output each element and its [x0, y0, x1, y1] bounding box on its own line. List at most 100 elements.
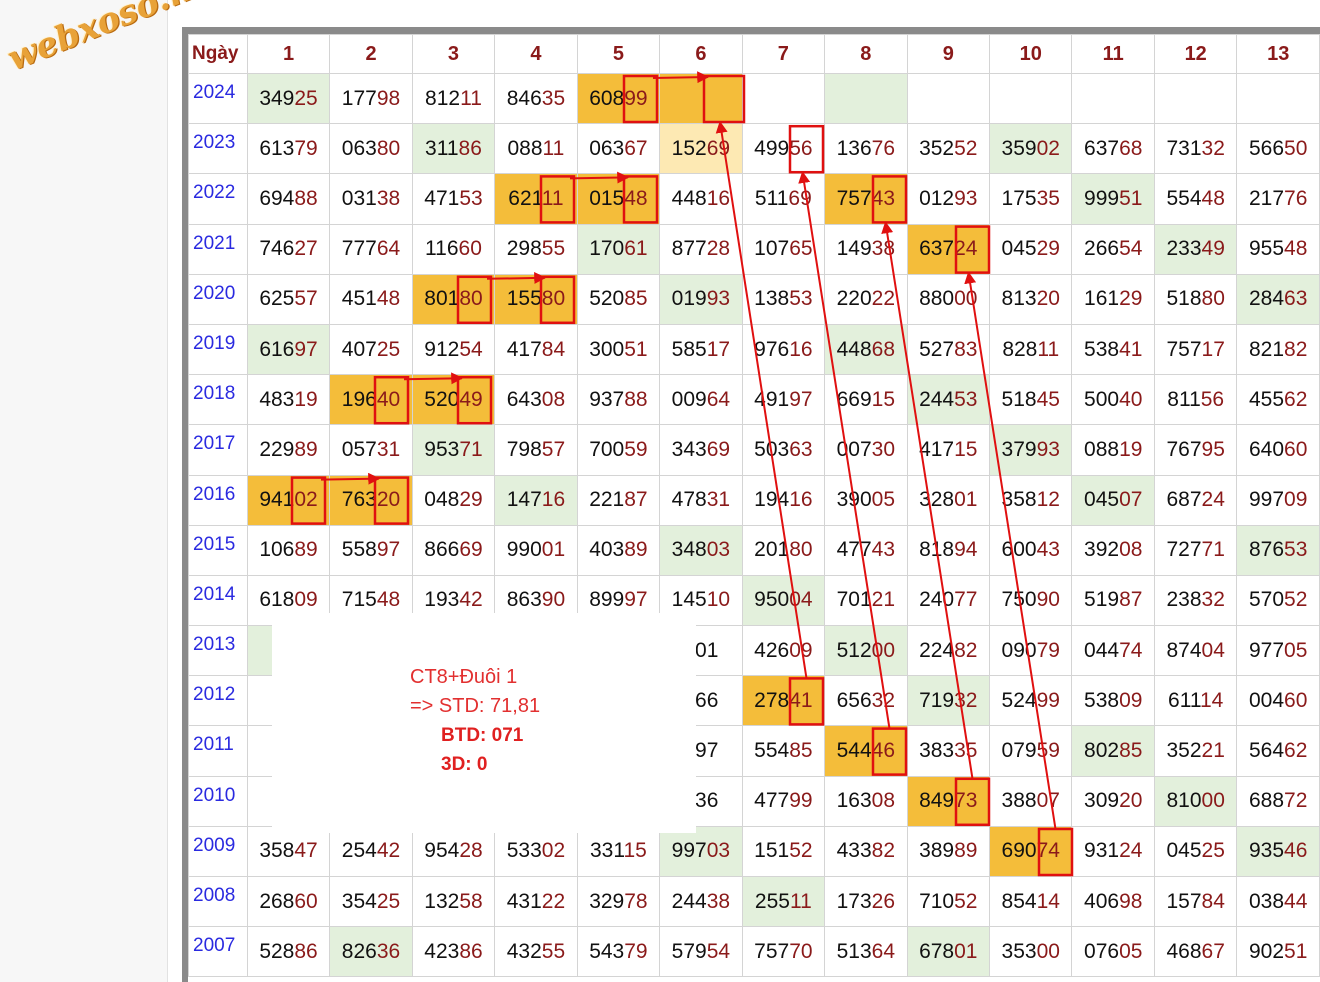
result-cell: 19640 [329, 374, 413, 426]
result-cell: 10689 [246, 524, 331, 576]
row-year: 2019 [188, 323, 248, 376]
result-cell: 32978 [576, 875, 661, 928]
row-year: 2016 [188, 474, 248, 526]
result-cell: 54446 [824, 725, 908, 777]
result-cell: 37993 [989, 424, 1073, 476]
result-cell: 34925 [246, 72, 331, 125]
result-cell: 54379 [576, 926, 661, 978]
result-cell: 81211 [411, 72, 496, 125]
result-cell: 29855 [494, 223, 578, 275]
result-cell: 22187 [576, 474, 661, 526]
result-cell: 30920 [1071, 775, 1155, 827]
result-cell: 51880 [1153, 273, 1238, 325]
result-cell: 24438 [659, 875, 743, 928]
result-cell: 76320 [329, 474, 413, 526]
result-cell: 95371 [411, 424, 496, 476]
result-cell: 62111 [494, 173, 578, 225]
result-cell: 55448 [1153, 173, 1238, 225]
result-cell: 00460 [1236, 675, 1320, 727]
result-cell: 95548 [1236, 223, 1320, 275]
result-cell: 51845 [989, 374, 1073, 426]
result-cell: 40698 [1071, 875, 1155, 928]
result-cell: 53841 [1071, 323, 1155, 376]
result-cell: 16308 [824, 775, 908, 827]
result-cell: 57052 [1236, 574, 1320, 627]
row-year: 2024 [188, 72, 248, 125]
result-cell [824, 72, 908, 125]
header-col-9: 9 [906, 34, 991, 74]
result-cell: 81000 [1153, 775, 1238, 827]
row-year: 2008 [188, 875, 248, 928]
result-cell: 35252 [906, 123, 991, 175]
result-cell: 93788 [576, 374, 661, 426]
result-cell: 41784 [494, 323, 578, 376]
result-cell: 42386 [411, 926, 496, 978]
result-cell: 69488 [246, 173, 331, 225]
result-cell: 76795 [1153, 424, 1238, 476]
result-cell: 70121 [824, 574, 908, 627]
gutter [168, 0, 182, 982]
result-cell: 52886 [246, 926, 331, 978]
result-cell: 82811 [989, 323, 1073, 376]
header-col-7: 7 [741, 34, 826, 74]
note-btd: BTD: 071 [441, 725, 524, 746]
result-cell: 51200 [824, 625, 908, 677]
result-cell [906, 72, 991, 125]
result-cell: 08811 [494, 123, 578, 175]
result-cell: 58517 [659, 323, 743, 376]
result-cell: 50363 [741, 424, 826, 476]
result-cell: 25511 [741, 875, 826, 928]
result-cell: 61697 [246, 323, 331, 376]
row-year: 2014 [188, 574, 248, 627]
left-margin [0, 0, 168, 982]
result-cell: 61114 [1153, 675, 1238, 727]
result-cell: 03138 [329, 173, 413, 225]
result-cell: 43255 [494, 926, 578, 978]
result-cell: 49197 [741, 374, 826, 426]
row-year: 2020 [188, 273, 248, 325]
result-cell: 42609 [741, 625, 826, 677]
result-cell: 75717 [1153, 323, 1238, 376]
result-cell: 77764 [329, 223, 413, 275]
result-cell: 99001 [494, 524, 578, 576]
result-cell: 10765 [741, 223, 826, 275]
result-cell: 99703 [659, 825, 743, 878]
result-cell: 64060 [1236, 424, 1320, 476]
table-row: 2021 74627 77764 11660 29855 17061 87728 10765 1… [188, 223, 1320, 275]
header-col-13: 13 [1236, 34, 1320, 74]
result-cell: 45562 [1236, 374, 1320, 426]
row-year: 2021 [188, 223, 248, 275]
row-year: 2009 [188, 825, 248, 878]
result-cell: 40725 [329, 323, 413, 376]
table-row: 2018 48319 19640 52049 64308 93788 00964 49197 6… [188, 374, 1320, 426]
result-cell: 47831 [659, 474, 743, 526]
table-row: 2024 34925 17798 81211 84635 60899 [188, 72, 1320, 125]
result-cell: 65632 [824, 675, 908, 727]
result-cell: 35221 [1153, 725, 1238, 777]
result-cell: 23832 [1153, 574, 1238, 627]
result-cell: 90251 [1236, 926, 1320, 978]
result-cell: 21776 [1236, 173, 1320, 225]
result-cell: 91254 [411, 323, 496, 376]
result-cell: 38807 [989, 775, 1073, 827]
result-cell: 35425 [329, 875, 413, 928]
result-cell: 55897 [329, 524, 413, 576]
result-cell: 56650 [1236, 123, 1320, 175]
result-cell [1071, 72, 1155, 125]
result-cell: 00730 [824, 424, 908, 476]
result-cell: 38335 [906, 725, 991, 777]
result-cell: 97616 [741, 323, 826, 376]
result-cell: 25442 [329, 825, 413, 878]
result-cell: 04525 [1153, 825, 1238, 878]
result-cell: 20180 [741, 524, 826, 576]
table-row: 2015 10689 55897 86669 99001 40389 34803 20180 4… [188, 524, 1320, 576]
result-cell: 30051 [576, 323, 661, 376]
result-cell: 81156 [1153, 374, 1238, 426]
result-cell: 87728 [659, 223, 743, 275]
result-cell: 04507 [1071, 474, 1155, 526]
result-cell: 66915 [824, 374, 908, 426]
table-frame-top [182, 27, 1320, 34]
note-formula: CT8+Đuôi 1 [410, 666, 518, 688]
table-row: 2019 61697 40725 91254 41784 30051 58517 97616 4… [188, 323, 1320, 376]
header-col-4: 4 [494, 34, 578, 74]
